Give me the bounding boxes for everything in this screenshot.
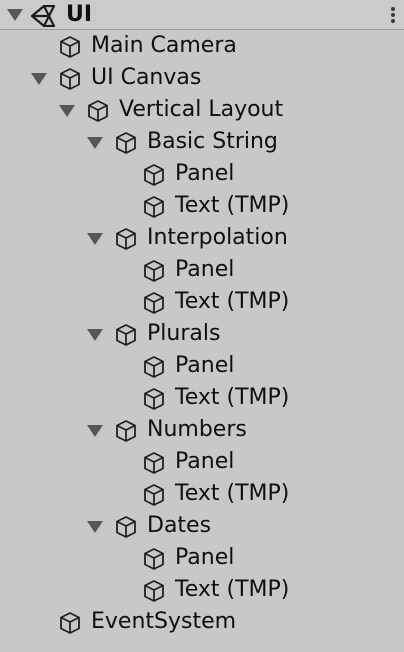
- cube-icon: [58, 35, 82, 59]
- triangle-down-icon[interactable]: [86, 424, 104, 438]
- cube-icon: [114, 515, 138, 539]
- hierarchy-item[interactable]: Text (TMP): [0, 382, 404, 414]
- cube-icon: [58, 611, 82, 635]
- hierarchy-item-label: Text (TMP): [175, 577, 290, 602]
- hierarchy-item-label: Panel: [175, 161, 235, 186]
- cube-icon: [58, 67, 82, 91]
- hierarchy-item-label: Dates: [147, 513, 212, 538]
- hierarchy-item-label: Panel: [175, 257, 235, 282]
- hierarchy-item-label: Text (TMP): [175, 289, 290, 314]
- hierarchy-item[interactable]: Dates: [0, 510, 404, 542]
- cube-icon: [86, 99, 110, 123]
- hierarchy-item-label: Panel: [175, 545, 235, 570]
- triangle-down-icon[interactable]: [86, 136, 104, 150]
- triangle-down-icon[interactable]: [86, 232, 104, 246]
- cube-icon: [142, 483, 166, 507]
- hierarchy-item-label: Basic String: [147, 129, 278, 154]
- hierarchy-item-label: Interpolation: [147, 225, 288, 250]
- hierarchy-item[interactable]: Panel: [0, 254, 404, 286]
- hierarchy-item-label: Text (TMP): [175, 193, 290, 218]
- cube-icon: [142, 579, 166, 603]
- cube-icon: [142, 451, 166, 475]
- scene-header[interactable]: UI: [0, 0, 404, 30]
- cube-icon: [114, 323, 138, 347]
- cube-icon: [114, 419, 138, 443]
- hierarchy-item[interactable]: UI Canvas: [0, 62, 404, 94]
- hierarchy-item[interactable]: Text (TMP): [0, 574, 404, 606]
- cube-icon: [142, 259, 166, 283]
- hierarchy-item-label: UI Canvas: [91, 65, 202, 90]
- triangle-down-icon[interactable]: [6, 8, 24, 22]
- hierarchy-item-label: Plurals: [147, 321, 221, 346]
- hierarchy-item[interactable]: EventSystem: [0, 606, 404, 638]
- hierarchy-item[interactable]: Panel: [0, 350, 404, 382]
- triangle-down-icon[interactable]: [86, 328, 104, 342]
- hierarchy-item[interactable]: Text (TMP): [0, 190, 404, 222]
- hierarchy-item[interactable]: Panel: [0, 542, 404, 574]
- hierarchy-item[interactable]: Text (TMP): [0, 286, 404, 318]
- cube-icon: [142, 195, 166, 219]
- hierarchy-item[interactable]: Main Camera: [0, 30, 404, 62]
- cube-icon: [142, 547, 166, 571]
- triangle-down-icon[interactable]: [86, 520, 104, 534]
- hierarchy-item[interactable]: Plurals: [0, 318, 404, 350]
- cube-icon: [142, 163, 166, 187]
- hierarchy-item[interactable]: Basic String: [0, 126, 404, 158]
- cube-icon: [142, 291, 166, 315]
- triangle-down-icon[interactable]: [30, 72, 48, 86]
- cube-icon: [114, 227, 138, 251]
- hierarchy-item[interactable]: Panel: [0, 446, 404, 478]
- hierarchy-item[interactable]: Text (TMP): [0, 478, 404, 510]
- hierarchy-item-label: Panel: [175, 353, 235, 378]
- cube-icon: [142, 387, 166, 411]
- hierarchy-item[interactable]: Numbers: [0, 414, 404, 446]
- unity-logo-icon: [30, 5, 56, 27]
- hierarchy-item[interactable]: Interpolation: [0, 222, 404, 254]
- hierarchy-item-label: Panel: [175, 449, 235, 474]
- hierarchy-item-label: Vertical Layout: [119, 97, 284, 122]
- hierarchy-item[interactable]: Panel: [0, 158, 404, 190]
- hierarchy-item-label: Text (TMP): [175, 481, 290, 506]
- hierarchy-item-label: Numbers: [147, 417, 247, 442]
- triangle-down-icon[interactable]: [58, 104, 76, 118]
- cube-icon: [142, 355, 166, 379]
- hierarchy-item-label: EventSystem: [91, 609, 237, 634]
- cube-icon: [114, 131, 138, 155]
- hierarchy-item[interactable]: Vertical Layout: [0, 94, 404, 126]
- scene-title: UI: [66, 2, 93, 27]
- hierarchy-item-label: Text (TMP): [175, 385, 290, 410]
- hierarchy-item-label: Main Camera: [91, 33, 237, 58]
- kebab-menu-icon[interactable]: [390, 6, 396, 24]
